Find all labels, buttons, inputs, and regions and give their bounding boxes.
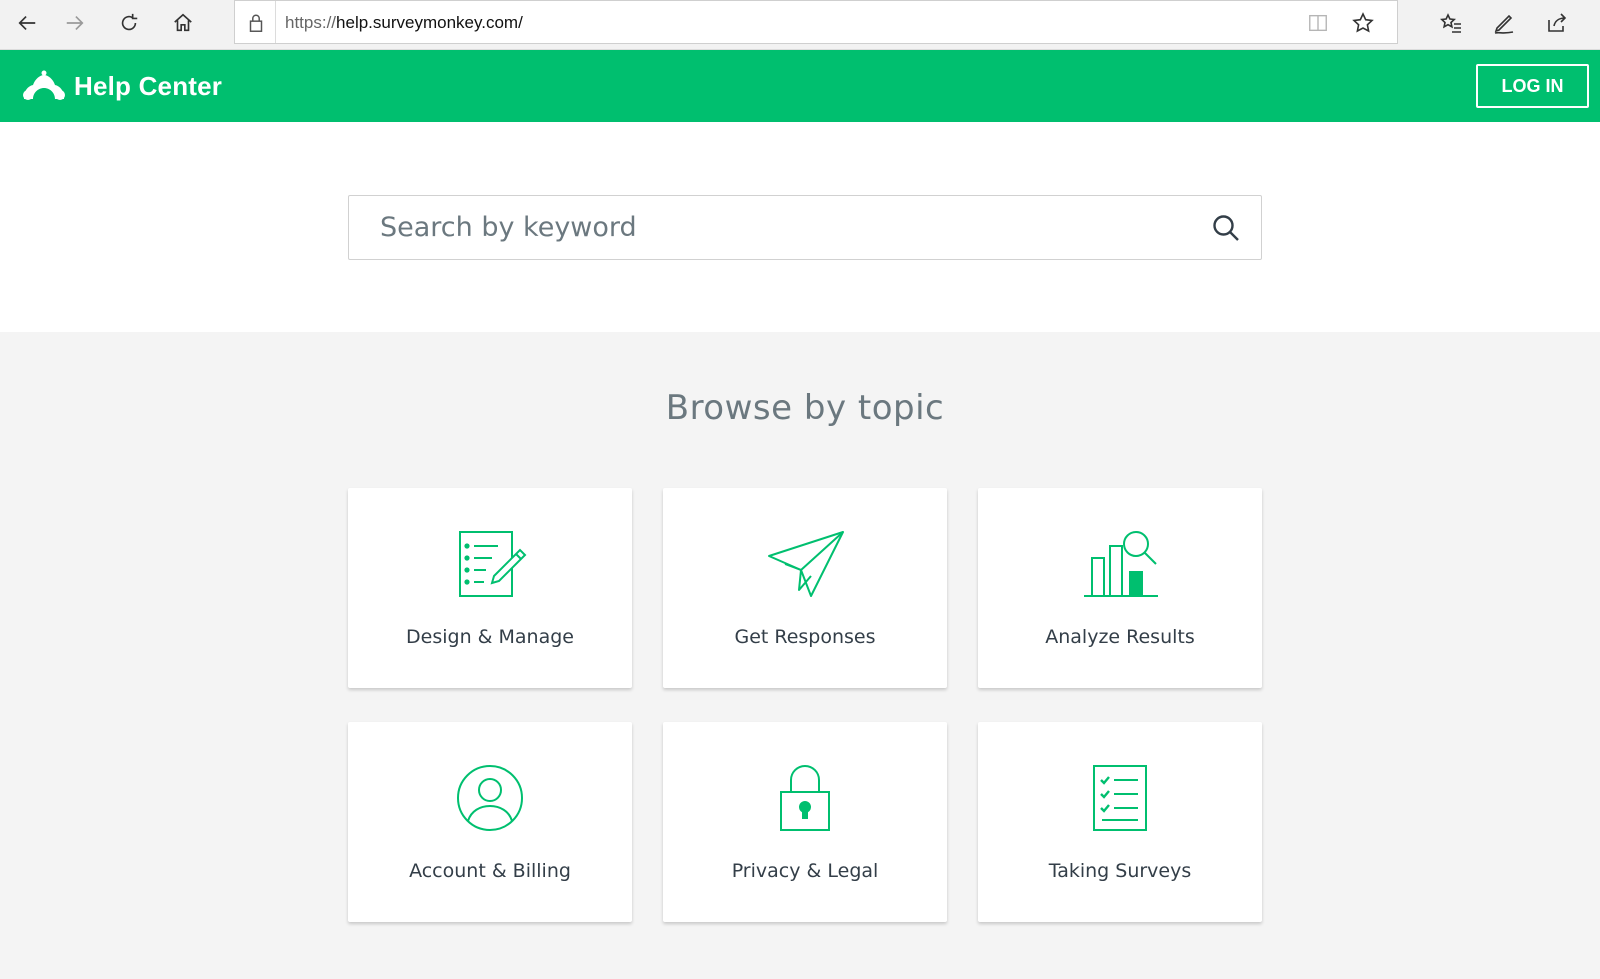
surveymonkey-logo-icon: [23, 70, 65, 100]
topic-label: Taking Surveys: [1048, 860, 1192, 882]
pen-icon: [1494, 14, 1514, 34]
search-icon[interactable]: [1211, 213, 1241, 243]
home-button[interactable]: [156, 0, 210, 46]
site-header: Help Center LOG IN: [0, 50, 1600, 122]
star-icon[interactable]: [1351, 11, 1375, 35]
help-center-logo[interactable]: Help Center: [20, 68, 222, 104]
url-scheme: https://: [285, 13, 337, 32]
favorites-list-icon: [1439, 13, 1461, 33]
forward-button[interactable]: [48, 0, 102, 46]
back-arrow-icon: [18, 15, 36, 31]
address-bar[interactable]: https://help.surveymonkey.com/: [234, 0, 1398, 44]
topic-card-account-billing[interactable]: Account & Billing: [348, 722, 632, 922]
bar-chart-magnifier-icon: [1084, 531, 1158, 597]
back-button[interactable]: [0, 0, 54, 46]
logo-text: Help Center: [74, 70, 223, 101]
topic-label: Account & Billing: [409, 860, 571, 882]
login-button[interactable]: LOG IN: [1476, 64, 1589, 108]
home-icon: [174, 13, 192, 32]
topic-label: Design & Manage: [406, 626, 574, 648]
browser-toolbar: https://help.surveymonkey.com/: [0, 0, 1600, 50]
padlock-icon: [780, 765, 830, 831]
topic-label: Get Responses: [734, 626, 876, 648]
topic-label: Privacy & Legal: [731, 860, 879, 882]
url-text[interactable]: https://help.surveymonkey.com/: [285, 13, 523, 33]
favorites-hub-button[interactable]: [1424, 0, 1478, 46]
refresh-button[interactable]: [102, 0, 156, 46]
refresh-icon: [121, 13, 138, 31]
share-button[interactable]: [1530, 0, 1584, 46]
address-divider: [275, 1, 276, 43]
topic-card-get-responses[interactable]: Get Responses: [663, 488, 947, 688]
topic-card-taking-surveys[interactable]: Taking Surveys: [978, 722, 1262, 922]
topic-card-privacy-legal[interactable]: Privacy & Legal: [663, 722, 947, 922]
share-icon: [1548, 13, 1567, 32]
reading-view-icon[interactable]: [1307, 12, 1329, 34]
topic-card-analyze-results[interactable]: Analyze Results: [978, 488, 1262, 688]
url-host: help.surveymonkey.com/: [336, 13, 523, 32]
checklist-icon: [1093, 765, 1147, 831]
lock-icon: [249, 14, 263, 32]
browse-title: Browse by topic: [665, 388, 945, 428]
checklist-pencil-icon: [459, 531, 527, 597]
search-box: [348, 195, 1262, 260]
web-note-button[interactable]: [1477, 0, 1531, 46]
user-circle-icon: [457, 765, 523, 831]
topic-card-design-manage[interactable]: Design & Manage: [348, 488, 632, 688]
search-input[interactable]: [349, 196, 1189, 259]
search-section: [0, 122, 1600, 332]
paper-plane-icon: [768, 531, 844, 597]
forward-arrow-icon: [66, 15, 84, 31]
topic-label: Analyze Results: [1045, 626, 1195, 648]
